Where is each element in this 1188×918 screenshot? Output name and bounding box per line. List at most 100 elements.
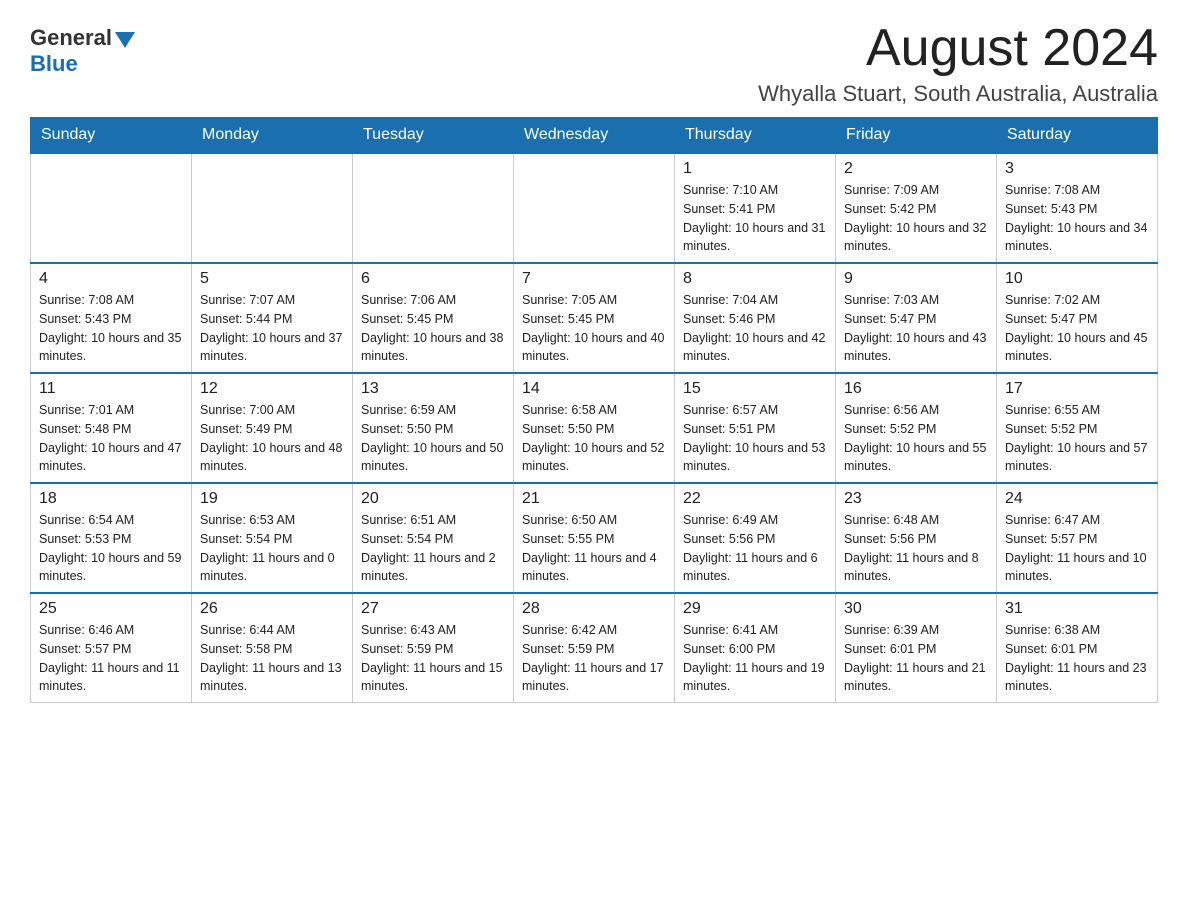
calendar-table: SundayMondayTuesdayWednesdayThursdayFrid… <box>30 117 1158 703</box>
calendar-day-cell: 18Sunrise: 6:54 AM Sunset: 5:53 PM Dayli… <box>31 483 192 593</box>
day-number: 16 <box>844 380 988 398</box>
calendar-day-cell: 3 Sunrise: 7:08 AM Sunset: 5:43 PM Daylig… <box>997 153 1158 263</box>
day-info: Sunrise: 6:53 AM Sunset: 5:54 PM Dayligh… <box>200 511 344 586</box>
page-header: General Blue August 2024 Whyalla Stuart,… <box>30 20 1158 107</box>
calendar-day-cell: 23Sunrise: 6:48 AM Sunset: 5:56 PM Dayli… <box>836 483 997 593</box>
day-info: Sunrise: 6:39 AM Sunset: 6:01 PM Dayligh… <box>844 621 988 696</box>
day-info: Sunrise: 7:08 AM Sunset: 5:43 PM Dayligh… <box>1005 181 1149 256</box>
calendar-week-row: 4 Sunrise: 7:08 AM Sunset: 5:43 PM Daylig… <box>31 263 1158 373</box>
day-info: Sunrise: 6:41 AM Sunset: 6:00 PM Dayligh… <box>683 621 827 696</box>
calendar-day-cell: 2 Sunrise: 7:09 AM Sunset: 5:42 PM Daylig… <box>836 153 997 263</box>
day-number: 21 <box>522 490 666 508</box>
calendar-day-cell: 22 Sunrise: 6:49 AM Sunset: 5:56 PM Dayli… <box>675 483 836 593</box>
calendar-day-cell <box>353 153 514 263</box>
calendar-day-header: Wednesday <box>514 118 675 154</box>
day-info: Sunrise: 6:49 AM Sunset: 5:56 PM Dayligh… <box>683 511 827 586</box>
day-info: Sunrise: 7:00 AM Sunset: 5:49 PM Dayligh… <box>200 401 344 476</box>
calendar-day-cell: 20 Sunrise: 6:51 AM Sunset: 5:54 PM Dayli… <box>353 483 514 593</box>
calendar-week-row: 18Sunrise: 6:54 AM Sunset: 5:53 PM Dayli… <box>31 483 1158 593</box>
day-info: Sunrise: 7:10 AM Sunset: 5:41 PM Dayligh… <box>683 181 827 256</box>
day-number: 1 <box>683 160 827 178</box>
location-title: Whyalla Stuart, South Australia, Austral… <box>758 81 1158 107</box>
day-info: Sunrise: 7:05 AM Sunset: 5:45 PM Dayligh… <box>522 291 666 366</box>
day-number: 4 <box>39 270 183 288</box>
day-info: Sunrise: 6:58 AM Sunset: 5:50 PM Dayligh… <box>522 401 666 476</box>
day-info: Sunrise: 6:46 AM Sunset: 5:57 PM Dayligh… <box>39 621 183 696</box>
day-info: Sunrise: 7:08 AM Sunset: 5:43 PM Dayligh… <box>39 291 183 366</box>
calendar-day-cell: 9 Sunrise: 7:03 AM Sunset: 5:47 PM Daylig… <box>836 263 997 373</box>
calendar-week-row: 1 Sunrise: 7:10 AM Sunset: 5:41 PM Daylig… <box>31 153 1158 263</box>
day-number: 13 <box>361 380 505 398</box>
calendar-day-cell: 19Sunrise: 6:53 AM Sunset: 5:54 PM Dayli… <box>192 483 353 593</box>
day-number: 7 <box>522 270 666 288</box>
calendar-day-cell: 24Sunrise: 6:47 AM Sunset: 5:57 PM Dayli… <box>997 483 1158 593</box>
calendar-day-header: Thursday <box>675 118 836 154</box>
day-info: Sunrise: 6:50 AM Sunset: 5:55 PM Dayligh… <box>522 511 666 586</box>
day-number: 5 <box>200 270 344 288</box>
calendar-day-cell: 31 Sunrise: 6:38 AM Sunset: 6:01 PM Dayli… <box>997 593 1158 703</box>
calendar-day-cell: 14Sunrise: 6:58 AM Sunset: 5:50 PM Dayli… <box>514 373 675 483</box>
day-info: Sunrise: 6:51 AM Sunset: 5:54 PM Dayligh… <box>361 511 505 586</box>
day-number: 15 <box>683 380 827 398</box>
day-info: Sunrise: 7:02 AM Sunset: 5:47 PM Dayligh… <box>1005 291 1149 366</box>
calendar-day-cell: 13Sunrise: 6:59 AM Sunset: 5:50 PM Dayli… <box>353 373 514 483</box>
calendar-day-cell: 7 Sunrise: 7:05 AM Sunset: 5:45 PM Daylig… <box>514 263 675 373</box>
calendar-day-cell: 29 Sunrise: 6:41 AM Sunset: 6:00 PM Dayli… <box>675 593 836 703</box>
day-number: 22 <box>683 490 827 508</box>
day-info: Sunrise: 6:38 AM Sunset: 6:01 PM Dayligh… <box>1005 621 1149 696</box>
day-number: 25 <box>39 600 183 618</box>
month-title: August 2024 <box>758 20 1158 77</box>
day-info: Sunrise: 6:56 AM Sunset: 5:52 PM Dayligh… <box>844 401 988 476</box>
day-info: Sunrise: 6:42 AM Sunset: 5:59 PM Dayligh… <box>522 621 666 696</box>
calendar-day-cell: 12 Sunrise: 7:00 AM Sunset: 5:49 PM Dayli… <box>192 373 353 483</box>
logo: General Blue <box>30 25 135 77</box>
day-number: 31 <box>1005 600 1149 618</box>
calendar-day-cell <box>192 153 353 263</box>
calendar-day-header: Saturday <box>997 118 1158 154</box>
day-number: 9 <box>844 270 988 288</box>
day-number: 30 <box>844 600 988 618</box>
calendar-week-row: 25 Sunrise: 6:46 AM Sunset: 5:57 PM Dayli… <box>31 593 1158 703</box>
day-info: Sunrise: 6:44 AM Sunset: 5:58 PM Dayligh… <box>200 621 344 696</box>
day-info: Sunrise: 7:01 AM Sunset: 5:48 PM Dayligh… <box>39 401 183 476</box>
day-info: Sunrise: 6:48 AM Sunset: 5:56 PM Dayligh… <box>844 511 988 586</box>
calendar-day-cell: 16 Sunrise: 6:56 AM Sunset: 5:52 PM Dayli… <box>836 373 997 483</box>
day-number: 29 <box>683 600 827 618</box>
day-info: Sunrise: 7:09 AM Sunset: 5:42 PM Dayligh… <box>844 181 988 256</box>
day-number: 24 <box>1005 490 1149 508</box>
logo-arrow-icon <box>115 32 135 48</box>
calendar-day-cell <box>514 153 675 263</box>
day-info: Sunrise: 7:07 AM Sunset: 5:44 PM Dayligh… <box>200 291 344 366</box>
day-number: 28 <box>522 600 666 618</box>
day-number: 12 <box>200 380 344 398</box>
calendar-day-cell: 5 Sunrise: 7:07 AM Sunset: 5:44 PM Daylig… <box>192 263 353 373</box>
day-number: 10 <box>1005 270 1149 288</box>
calendar-day-cell: 27 Sunrise: 6:43 AM Sunset: 5:59 PM Dayli… <box>353 593 514 703</box>
day-info: Sunrise: 7:06 AM Sunset: 5:45 PM Dayligh… <box>361 291 505 366</box>
logo-blue: Blue <box>30 51 78 77</box>
day-number: 3 <box>1005 160 1149 178</box>
day-info: Sunrise: 7:04 AM Sunset: 5:46 PM Dayligh… <box>683 291 827 366</box>
calendar-day-cell: 8 Sunrise: 7:04 AM Sunset: 5:46 PM Daylig… <box>675 263 836 373</box>
calendar-day-header: Friday <box>836 118 997 154</box>
day-info: Sunrise: 6:43 AM Sunset: 5:59 PM Dayligh… <box>361 621 505 696</box>
day-number: 2 <box>844 160 988 178</box>
calendar-day-cell: 30 Sunrise: 6:39 AM Sunset: 6:01 PM Dayli… <box>836 593 997 703</box>
day-number: 8 <box>683 270 827 288</box>
calendar-day-header: Tuesday <box>353 118 514 154</box>
calendar-day-cell: 15 Sunrise: 6:57 AM Sunset: 5:51 PM Dayli… <box>675 373 836 483</box>
day-number: 11 <box>39 380 183 398</box>
day-info: Sunrise: 7:03 AM Sunset: 5:47 PM Dayligh… <box>844 291 988 366</box>
day-info: Sunrise: 6:55 AM Sunset: 5:52 PM Dayligh… <box>1005 401 1149 476</box>
day-info: Sunrise: 6:57 AM Sunset: 5:51 PM Dayligh… <box>683 401 827 476</box>
calendar-day-cell: 11 Sunrise: 7:01 AM Sunset: 5:48 PM Dayli… <box>31 373 192 483</box>
day-number: 20 <box>361 490 505 508</box>
day-number: 18 <box>39 490 183 508</box>
calendar-day-cell: 25 Sunrise: 6:46 AM Sunset: 5:57 PM Dayli… <box>31 593 192 703</box>
calendar-day-cell: 1 Sunrise: 7:10 AM Sunset: 5:41 PM Daylig… <box>675 153 836 263</box>
calendar-day-cell <box>31 153 192 263</box>
calendar-day-cell: 6Sunrise: 7:06 AM Sunset: 5:45 PM Daylig… <box>353 263 514 373</box>
calendar-day-cell: 26Sunrise: 6:44 AM Sunset: 5:58 PM Dayli… <box>192 593 353 703</box>
calendar-day-cell: 10 Sunrise: 7:02 AM Sunset: 5:47 PM Dayli… <box>997 263 1158 373</box>
day-number: 27 <box>361 600 505 618</box>
